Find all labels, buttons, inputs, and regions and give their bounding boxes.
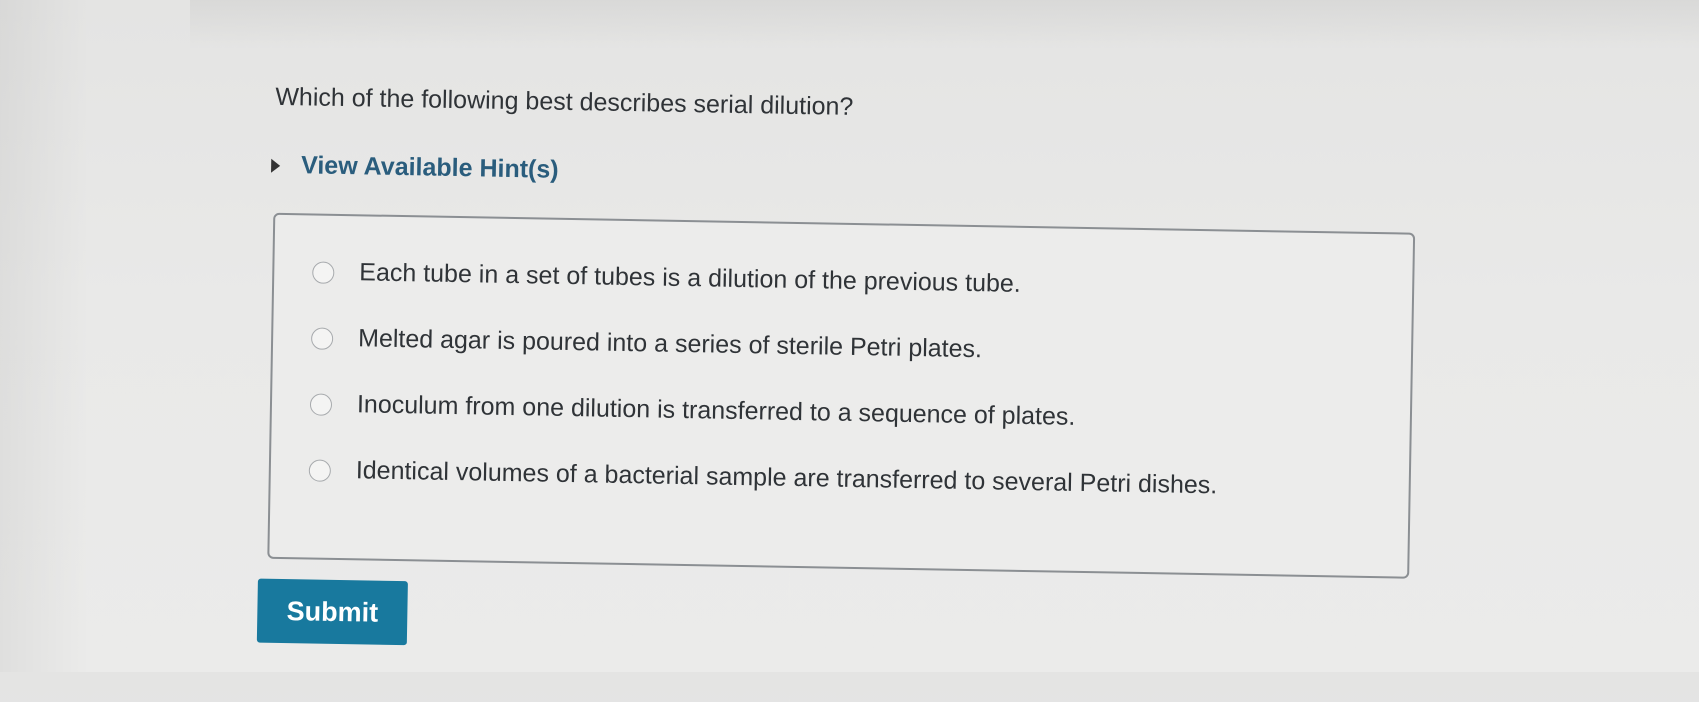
- answer-choice[interactable]: Inoculum from one dilution is transferre…: [309, 389, 1076, 431]
- answer-choice[interactable]: Each tube in a set of tubes is a dilutio…: [312, 257, 1021, 298]
- view-hints-toggle[interactable]: View Available Hint(s): [271, 151, 559, 185]
- radio-button[interactable]: [310, 326, 334, 350]
- radio-button[interactable]: [308, 458, 332, 482]
- answer-choice[interactable]: Identical volumes of a bacterial sample …: [308, 455, 1218, 500]
- radio-button[interactable]: [312, 260, 335, 284]
- submit-button[interactable]: Submit: [256, 578, 408, 646]
- question-text: Which of the following best describes se…: [275, 82, 854, 121]
- caret-right-icon: [271, 158, 281, 173]
- answer-choice-text: Each tube in a set of tubes is a dilutio…: [359, 258, 1021, 298]
- question-panel: Which of the following best describes se…: [0, 0, 1699, 702]
- answer-choice-text: Identical volumes of a bacterial sample …: [355, 456, 1218, 500]
- answer-choice[interactable]: Melted agar is poured into a series of s…: [310, 323, 983, 364]
- view-hints-label: View Available Hint(s): [300, 151, 559, 184]
- answer-choice-text: Melted agar is poured into a series of s…: [357, 324, 983, 364]
- radio-button[interactable]: [309, 392, 333, 416]
- answer-choices-box: Each tube in a set of tubes is a dilutio…: [267, 212, 1416, 579]
- answer-choice-text: Inoculum from one dilution is transferre…: [356, 390, 1076, 431]
